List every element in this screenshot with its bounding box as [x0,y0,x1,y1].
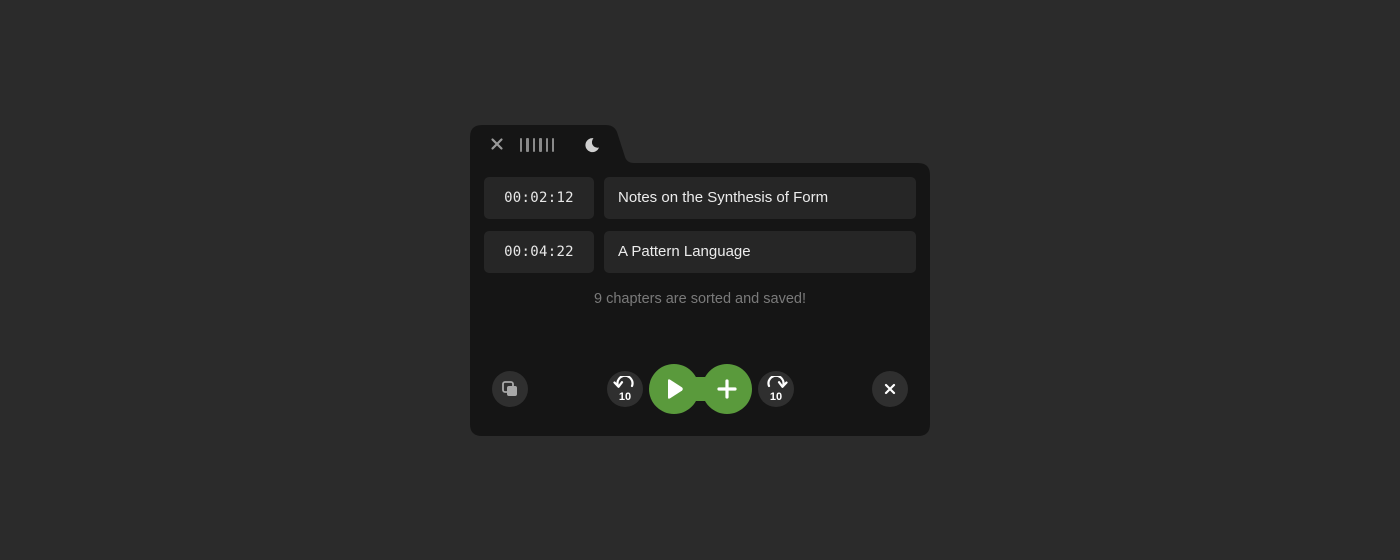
track-title-field[interactable]: A Pattern Language [604,231,916,273]
window-close-icon[interactable] [489,136,505,152]
status-message: 9 chapters are sorted and saved! [594,291,806,307]
player-window: 00:02:12 Notes on the Synthesis of Form … [470,125,930,436]
plus-icon [717,379,737,399]
forward-seconds-label: 10 [770,391,782,402]
rewind-10-icon: 10 [613,376,634,402]
tab-controls [470,125,630,163]
stage: 00:02:12 Notes on the Synthesis of Form … [0,0,1400,560]
forward-10-button[interactable]: 10 [758,371,794,407]
drag-handle-icon[interactable] [520,138,560,152]
track-time-field[interactable]: 00:02:12 [484,177,594,219]
rewind-10-button[interactable]: 10 [607,371,643,407]
play-icon [668,379,683,399]
rewind-seconds-label: 10 [619,391,631,402]
track-title-field[interactable]: Notes on the Synthesis of Form [604,177,916,219]
copy-icon [502,381,517,396]
close-button[interactable] [872,371,908,407]
play-button[interactable] [649,364,699,414]
track-row: 00:04:22 A Pattern Language [484,231,916,273]
add-button[interactable] [702,364,752,414]
track-time-field[interactable]: 00:04:22 [484,231,594,273]
forward-10-icon: 10 [767,376,788,402]
close-icon [884,383,896,395]
track-row: 00:02:12 Notes on the Synthesis of Form [484,177,916,219]
copy-button[interactable] [492,371,528,407]
moon-icon[interactable] [583,136,601,154]
